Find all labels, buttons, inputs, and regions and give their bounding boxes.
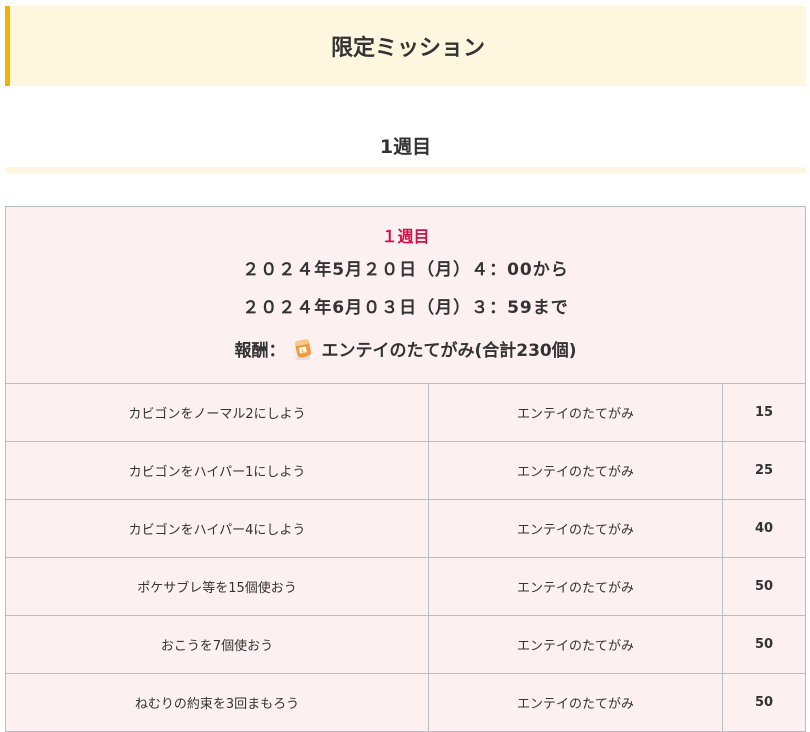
mission-task: カビゴンをノーマル2にしよう [5, 383, 429, 442]
mission-reward: エンテイのたてがみ [428, 441, 723, 500]
mission-row: カビゴンをハイパー1にしよう エンテイのたてがみ 25 [5, 441, 806, 500]
mission-task: おこうを7個使おう [5, 615, 429, 674]
mission-row: カビゴンをノーマル2にしよう エンテイのたてがみ 15 [5, 383, 806, 442]
end-date: ２０２４年6月０３日（月）３：59まで [242, 298, 569, 318]
mission-reward: エンテイのたてがみ [428, 383, 723, 442]
mission-count: 50 [722, 673, 806, 732]
mission-row: カビゴンをハイパー4にしよう エンテイのたてがみ 40 [5, 499, 806, 558]
mission-reward: エンテイのたてがみ [428, 499, 723, 558]
reward-text: エンテイのたてがみ(合計230個) [321, 340, 577, 361]
reward-summary: 報酬： L エンテイのたてがみ(合計230個) [6, 334, 805, 362]
mission-info-cell: １週目 ２０２４年5月２０日（月）４：00から ２０２４年6月０３日（月）３：5… [5, 206, 806, 384]
mission-reward: エンテイのたてがみ [428, 557, 723, 616]
mission-row: ポケサブレ等を15個使おう エンテイのたてがみ 50 [5, 557, 806, 616]
mission-table: １週目 ２０２４年5月２０日（月）４：00から ２０２４年6月０３日（月）３：5… [5, 206, 806, 732]
reward-prefix: 報酬： [234, 340, 286, 361]
mission-task: カビゴンをハイパー1にしよう [5, 441, 429, 500]
mission-count: 50 [722, 557, 806, 616]
mission-count: 40 [722, 499, 806, 558]
mission-reward: エンテイのたてがみ [428, 615, 723, 674]
section-divider [5, 167, 806, 173]
start-date: ２０２４年5月２０日（月）４：00から [242, 260, 569, 280]
section-heading: 1週目 [379, 135, 432, 158]
mission-task: カビゴンをハイパー4にしよう [5, 499, 429, 558]
mission-task: ポケサブレ等を15個使おう [5, 557, 429, 616]
mission-row: ねむりの約束を3回まもろう エンテイのたてがみ 50 [5, 673, 806, 732]
mission-reward: エンテイのたてがみ [428, 673, 723, 732]
entei-mane-icon: L [289, 334, 317, 362]
mission-count: 15 [722, 383, 806, 442]
mission-task: ねむりの約束を3回まもろう [5, 673, 429, 732]
mission-count: 25 [722, 441, 806, 500]
mission-count: 50 [722, 615, 806, 674]
mission-row: おこうを7個使おう エンテイのたてがみ 50 [5, 615, 806, 674]
week-label: １週目 [381, 227, 430, 246]
page-title: 限定ミッション [5, 6, 806, 86]
